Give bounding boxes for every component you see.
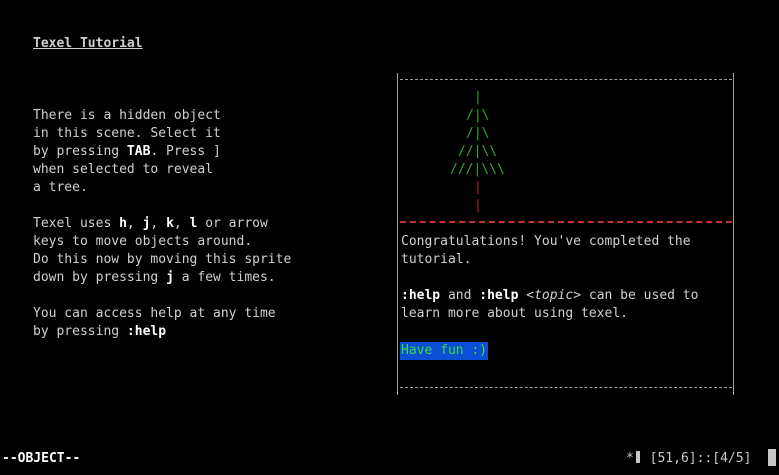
tree-line-3: /|\ <box>466 126 490 141</box>
tutorial-title: Texel Tutorial <box>33 36 143 51</box>
have-fun-highlight: Have fun :) <box>400 342 489 360</box>
tree-line-1: | <box>474 90 482 105</box>
box-right-border <box>733 73 735 395</box>
tutorial-paragraph-3: You can access help at any time by press… <box>33 306 276 339</box>
tutorial-paragraph-2: Texel uses h, j, k, l or arrow keys to m… <box>33 216 292 285</box>
mode-indicator: --OBJECT-- <box>2 451 81 466</box>
tree-line-2: /|\ <box>466 108 490 123</box>
help-text: :help and :help <topic> can be used to l… <box>401 288 699 321</box>
box-top-border <box>400 79 732 81</box>
tree-trunk-2: | <box>474 198 482 213</box>
tree-line-4: //|\\ <box>458 144 498 159</box>
cursor-glyph-icon <box>635 451 640 463</box>
box-separator <box>400 221 732 223</box>
terminal-cursor-icon <box>768 449 776 466</box>
box-bottom-border <box>400 387 732 389</box>
tree-trunk-1: | <box>474 180 482 195</box>
tree-line-5: ///|\\\ <box>450 162 505 177</box>
congrats-text: Congratulations! You've completed the tu… <box>401 234 691 267</box>
tutorial-paragraph-1: There is a hidden object in this scene. … <box>33 108 221 195</box>
cursor-position: * [51,6]::[4/5] <box>626 451 752 466</box>
box-left-border <box>397 73 399 395</box>
